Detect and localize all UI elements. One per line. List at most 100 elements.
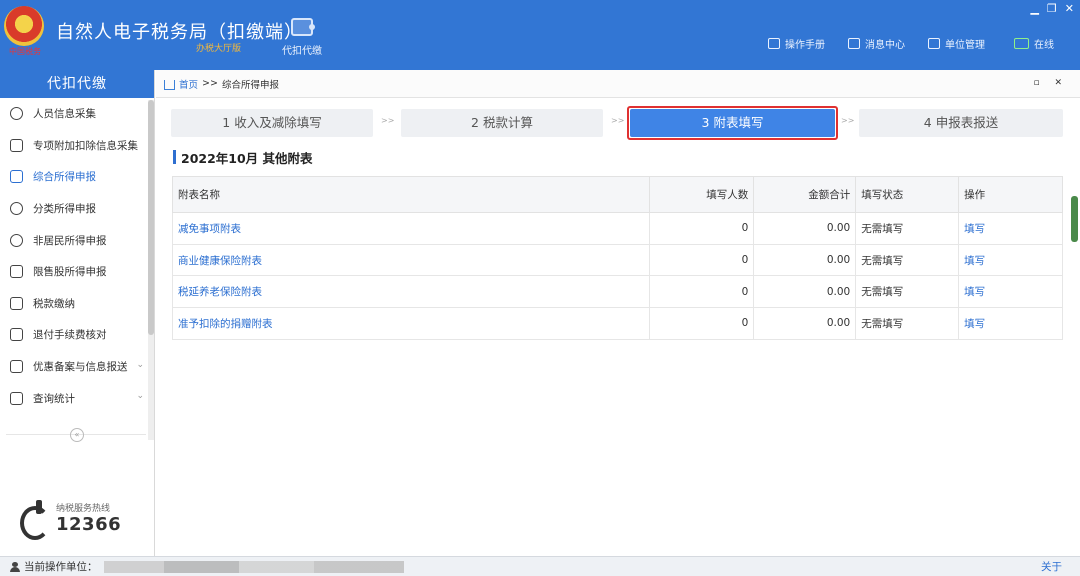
- collapse-sidebar-icon[interactable]: «: [70, 428, 84, 442]
- user-icon: [10, 561, 20, 572]
- building-icon: [928, 38, 940, 49]
- table-row: 税延养老保险附表 0 0.00 无需填写 填写: [171, 275, 1063, 309]
- sidebar-item-comprehensive-income[interactable]: 综合所得申报: [0, 161, 154, 193]
- section-title: 2022年10月 其他附表: [173, 149, 313, 166]
- search-list-icon: [10, 391, 23, 405]
- step-income-deduction[interactable]: 1 收入及减除填写: [171, 109, 373, 137]
- fill-status-cell: 无需填写: [855, 243, 960, 277]
- amount-total-cell: 0.00: [753, 212, 857, 245]
- emblem-text: 中国税务: [9, 47, 41, 56]
- sidebar-item-label: 专项附加扣除信息采集: [33, 139, 138, 152]
- sidebar-item-label: 分类所得申报: [33, 203, 96, 216]
- hotline: 纳税服务热线 12366: [16, 498, 122, 540]
- attachment-name-link[interactable]: 准予扣除的捐赠附表: [171, 307, 651, 340]
- sidebar: 代扣代缴 人员信息采集 专项附加扣除信息采集 综合所得申报 分类所得申报 非居民…: [0, 70, 155, 556]
- step-tax-calculation[interactable]: 2 税款计算: [401, 109, 603, 137]
- home-icon: [164, 79, 175, 90]
- current-unit-label: 当前操作单位：: [24, 561, 98, 573]
- fill-action-link[interactable]: 填写: [958, 243, 1063, 277]
- online-label: 在线: [1034, 40, 1054, 51]
- section-title-bar: [173, 150, 176, 164]
- wallet-icon: [10, 296, 23, 310]
- window-controls: ▁ ❐ ✕: [1030, 2, 1074, 15]
- col-header-status: 填写状态: [855, 176, 960, 213]
- table-row: 准予扣除的捐赠附表 0 0.00 无需填写 填写: [171, 307, 1063, 340]
- amount-total-cell: 0.00: [753, 307, 857, 340]
- table-header-row: 附表名称 填写人数 金额合计 填写状态 操作: [171, 176, 1063, 213]
- bar-chart-icon: [10, 265, 23, 279]
- attachment-table: 附表名称 填写人数 金额合计 填写状态 操作 减免事项附表 0 0.00 无需填…: [171, 176, 1063, 340]
- attachment-name-link[interactable]: 税延养老保险附表: [171, 275, 651, 309]
- unit-management-button[interactable]: 单位管理: [928, 36, 985, 51]
- table-row: 商业健康保险附表 0 0.00 无需填写 填写: [171, 243, 1063, 277]
- sidebar-item-query-statistics[interactable]: 查询统计 ⌄: [0, 382, 154, 414]
- fill-count-cell: 0: [649, 212, 755, 245]
- main-panel: 首页 >> 综合所得申报 ▫ ✕ 1 收入及减除填写 >> 2 税款计算 >> …: [156, 70, 1080, 556]
- close-icon[interactable]: ✕: [1065, 2, 1074, 15]
- online-status[interactable]: 在线: [1014, 36, 1054, 51]
- chevron-down-icon: ⌄: [136, 359, 144, 370]
- sidebar-item-nonresident-income[interactable]: 非居民所得申报: [0, 224, 154, 256]
- breadcrumb-home-link[interactable]: 首页: [179, 77, 198, 91]
- message-center-label: 消息中心: [865, 40, 905, 51]
- panel-controls[interactable]: ▫ ✕: [1033, 78, 1068, 88]
- fill-status-cell: 无需填写: [855, 275, 960, 309]
- sidebar-item-special-deduction[interactable]: 专项附加扣除信息采集: [0, 130, 154, 162]
- book-icon: [768, 38, 780, 49]
- hotline-number: 12366: [56, 514, 122, 535]
- sidebar-item-preferential-filing[interactable]: 优惠备案与信息报送 ⌄: [0, 351, 154, 383]
- minimize-icon[interactable]: ▁: [1030, 2, 1038, 15]
- about-link[interactable]: 关于: [1041, 559, 1062, 574]
- list-icon: [10, 138, 23, 152]
- sidebar-item-label: 优惠备案与信息报送: [33, 361, 128, 374]
- breadcrumb-current: 综合所得申报: [221, 79, 279, 91]
- fill-count-cell: 0: [649, 275, 755, 309]
- sidebar-scrollbar[interactable]: [148, 100, 154, 440]
- sidebar-item-classified-income[interactable]: 分类所得申报: [0, 193, 154, 225]
- sidebar-item-tax-payment[interactable]: 税款缴纳: [0, 288, 154, 320]
- sidebar-item-label: 查询统计: [33, 392, 75, 405]
- fill-action-link[interactable]: 填写: [958, 275, 1063, 309]
- breadcrumb: 首页 >> 综合所得申报: [156, 70, 1080, 98]
- document-icon: [10, 328, 23, 342]
- module-withholding-button[interactable]: 代扣代缴: [278, 16, 326, 64]
- step-arrow-icon: >>: [841, 116, 855, 125]
- wallet-icon: [291, 18, 315, 36]
- pie-icon: [10, 202, 23, 216]
- unit-management-label: 单位管理: [945, 40, 985, 51]
- amount-total-cell: 0.00: [753, 243, 857, 277]
- fill-action-link[interactable]: 填写: [958, 307, 1063, 340]
- sidebar-title: 代扣代缴: [0, 70, 154, 98]
- person-icon: [10, 233, 23, 247]
- attachment-name-link[interactable]: 减免事项附表: [171, 212, 651, 245]
- layers-icon: [10, 170, 23, 184]
- chevron-down-icon: ⌄: [136, 391, 144, 402]
- message-center-button[interactable]: 消息中心: [848, 36, 905, 51]
- file-icon: [10, 360, 23, 374]
- fill-status-cell: 无需填写: [855, 307, 960, 340]
- table-row: 减免事项附表 0 0.00 无需填写 填写: [171, 212, 1063, 245]
- sidebar-item-refund-fee-check[interactable]: 退付手续费核对: [0, 319, 154, 351]
- main-scrollbar-thumb[interactable]: [1071, 196, 1078, 242]
- sidebar-item-label: 退付手续费核对: [33, 329, 107, 342]
- col-header-action: 操作: [958, 176, 1063, 213]
- col-header-name: 附表名称: [171, 176, 651, 213]
- app-subtitle: 办税大厅版: [196, 44, 242, 54]
- mail-icon: [848, 38, 860, 49]
- status-bar: 当前操作单位： 关于: [0, 556, 1080, 576]
- sidebar-item-personnel-info[interactable]: 人员信息采集: [0, 98, 154, 130]
- breadcrumb-separator: >>: [202, 78, 218, 89]
- tax-emblem-icon: [4, 6, 44, 46]
- fill-action-link[interactable]: 填写: [958, 212, 1063, 245]
- current-unit-value-redacted: [103, 560, 404, 573]
- sidebar-scrollbar-thumb[interactable]: [148, 100, 154, 335]
- step-attachment-fill[interactable]: 3 附表填写: [630, 109, 835, 137]
- hotline-label: 纳税服务热线: [56, 504, 111, 514]
- step-submit-report[interactable]: 4 申报表报送: [859, 109, 1063, 137]
- maximize-icon[interactable]: ❐: [1047, 2, 1057, 15]
- sidebar-menu: 人员信息采集 专项附加扣除信息采集 综合所得申报 分类所得申报 非居民所得申报 …: [0, 98, 154, 414]
- manual-button[interactable]: 操作手册: [768, 36, 825, 51]
- step-arrow-icon: >>: [381, 116, 395, 125]
- sidebar-item-restricted-shares[interactable]: 限售股所得申报: [0, 256, 154, 288]
- attachment-name-link[interactable]: 商业健康保险附表: [171, 243, 651, 277]
